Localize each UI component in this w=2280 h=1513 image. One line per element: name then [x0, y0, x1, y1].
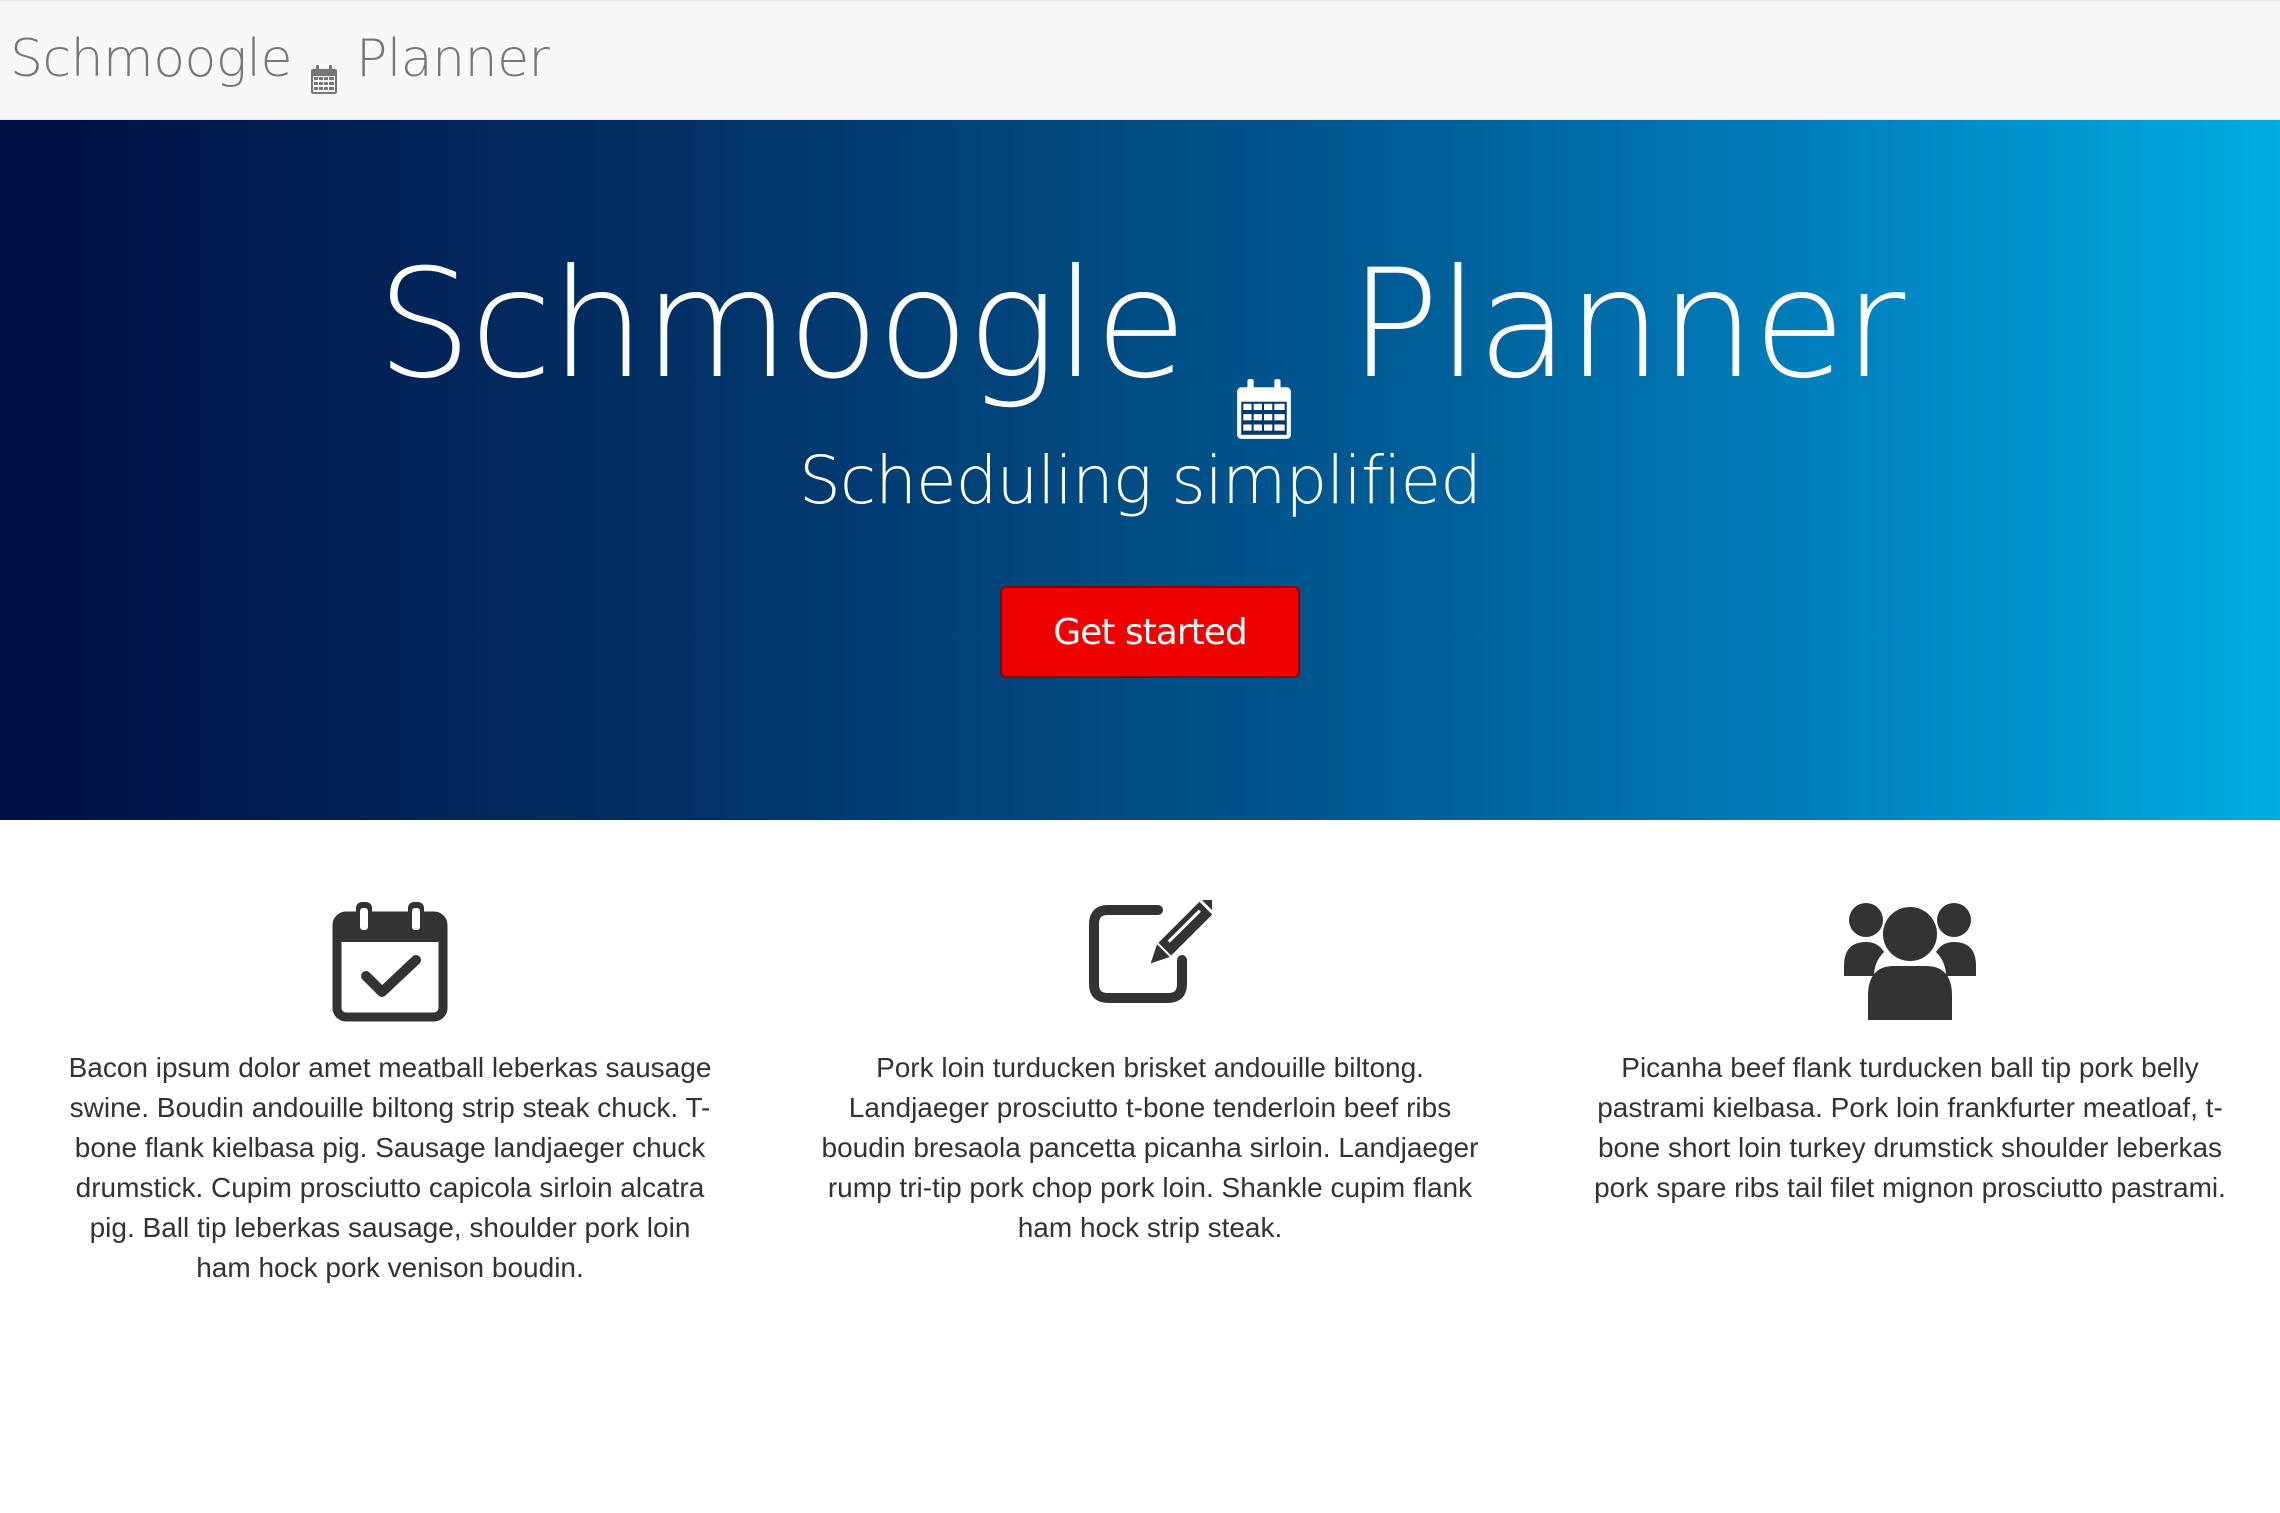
features-section: Bacon ipsum dolor amet meatball leberkas…: [0, 820, 2280, 1513]
hero-subtitle: Scheduling simplified: [798, 442, 1482, 519]
feature-text: Bacon ipsum dolor amet meatball leberkas…: [68, 1052, 712, 1283]
calendar-icon: [310, 48, 338, 94]
navbar-brand-right: Planner: [355, 29, 550, 89]
get-started-button[interactable]: Get started: [1000, 586, 1300, 678]
hero-title-left: Schmoogle: [376, 238, 1187, 412]
navbar-brand[interactable]: Schmoogle Planner: [10, 19, 550, 99]
hero-title: Schmoogle Planner: [0, 238, 2280, 439]
navbar: Schmoogle Planner: [0, 0, 2280, 120]
navbar-brand-left: Schmoogle: [10, 29, 292, 89]
feature-text: Picanha beef flank turducken ball tip po…: [1594, 1052, 2226, 1203]
feature-text: Pork loin turducken brisket andouille bi…: [821, 1052, 1479, 1243]
hero-banner: Schmoogle Planner Scheduling simplified …: [0, 120, 2280, 820]
calendar-icon: [1235, 305, 1293, 439]
hero-title-right: Planner: [1349, 238, 1905, 412]
calendar-check-icon: [40, 900, 740, 1030]
users-icon: [1560, 900, 2260, 1030]
edit-icon: [800, 900, 1500, 1030]
